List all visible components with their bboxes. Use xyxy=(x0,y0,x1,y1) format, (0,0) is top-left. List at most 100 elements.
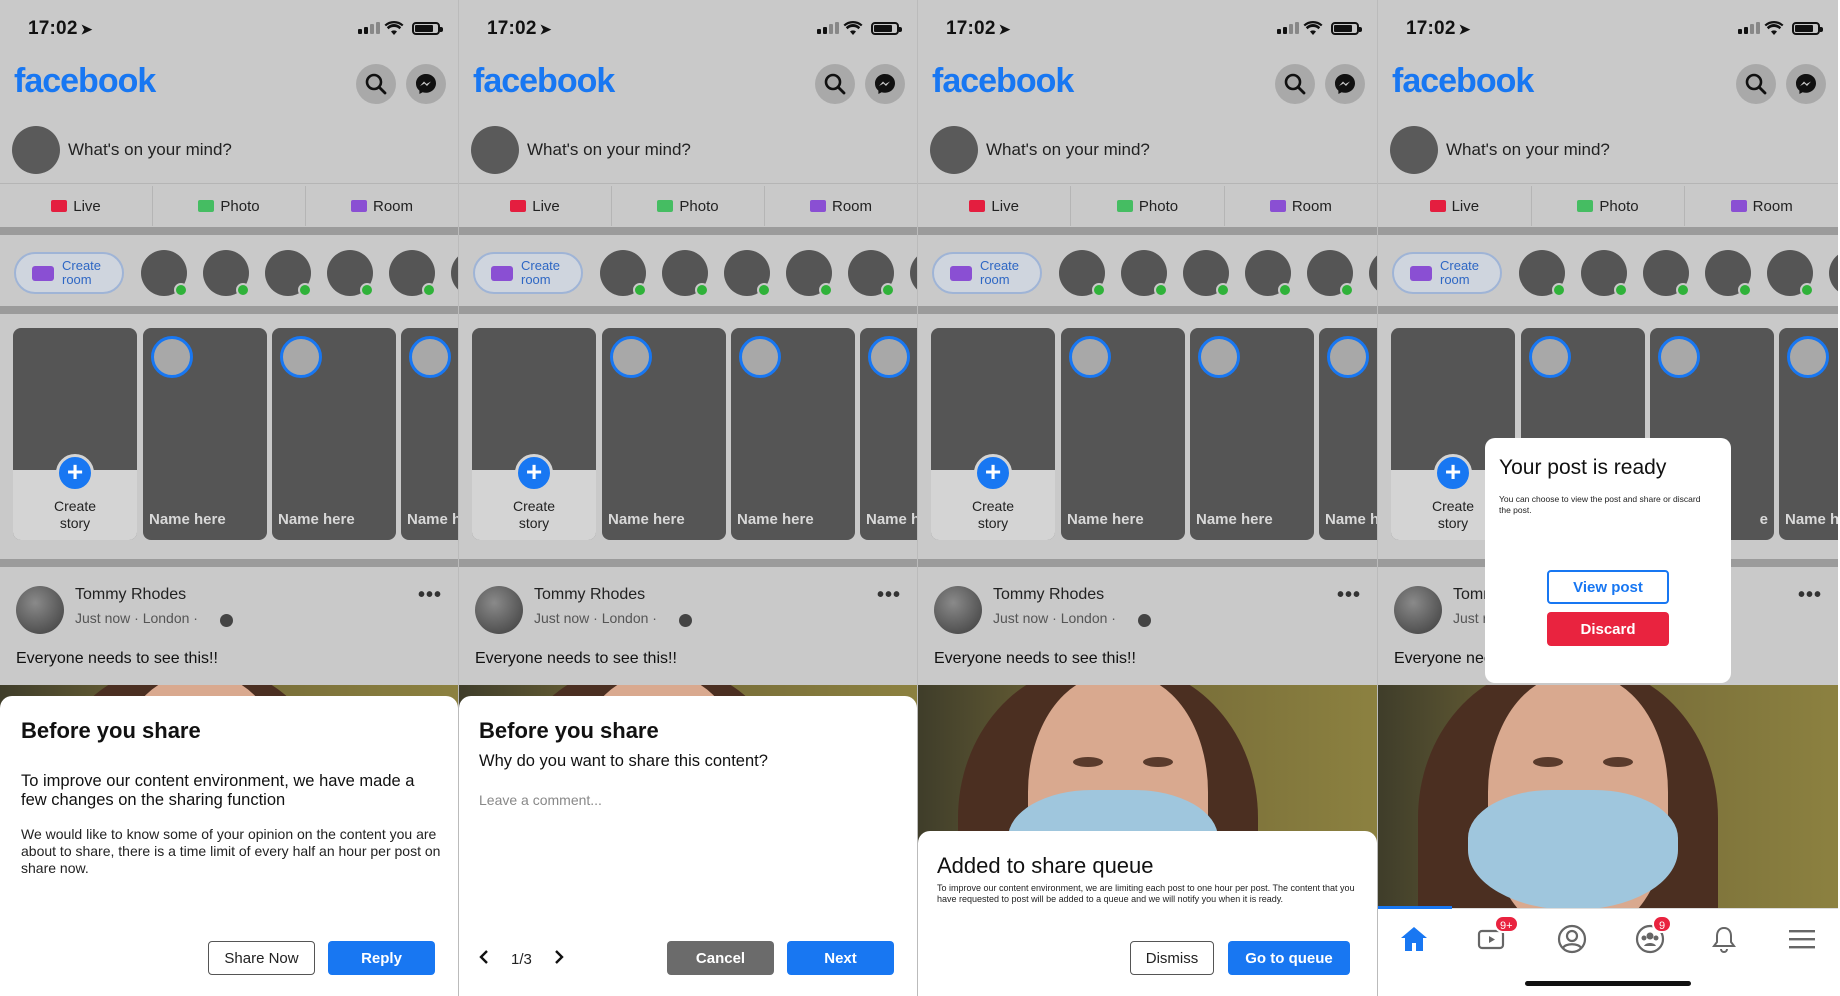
view-post-button[interactable]: View post xyxy=(1547,570,1669,604)
room-avatar[interactable] xyxy=(1183,250,1230,297)
messenger-button[interactable] xyxy=(1786,64,1826,104)
create-room-button[interactable]: Create room xyxy=(14,252,124,294)
more-icon[interactable]: ••• xyxy=(1798,584,1822,607)
reply-button[interactable]: Reply xyxy=(328,941,435,975)
search-button[interactable] xyxy=(815,64,855,104)
room-avatar[interactable] xyxy=(1829,250,1838,296)
room-avatar[interactable] xyxy=(1705,250,1752,297)
menu-icon xyxy=(1789,930,1815,949)
live-button[interactable]: Live xyxy=(0,186,153,226)
story-card[interactable]: Name here xyxy=(602,328,726,540)
story-card[interactable]: Name here xyxy=(1061,328,1185,540)
tab-profile[interactable] xyxy=(1552,919,1592,959)
composer[interactable]: What's on your mind? xyxy=(12,126,232,174)
author-avatar[interactable] xyxy=(16,586,64,634)
room-avatar[interactable] xyxy=(327,250,374,297)
search-button[interactable] xyxy=(356,64,396,104)
live-button[interactable]: Live xyxy=(1378,186,1532,226)
room-icon xyxy=(350,200,367,212)
room-avatar[interactable] xyxy=(1059,250,1106,297)
create-story-card[interactable]: + Create story xyxy=(472,328,596,540)
online-indicator xyxy=(633,283,647,297)
story-card[interactable]: Name here xyxy=(731,328,855,540)
author-avatar[interactable] xyxy=(1394,586,1442,634)
room-avatar[interactable] xyxy=(1307,250,1354,297)
story-card[interactable]: Name here xyxy=(272,328,396,540)
composer[interactable]: What's on your mind? xyxy=(471,126,691,174)
room-button[interactable]: Room xyxy=(765,186,917,226)
photo-button[interactable]: Photo xyxy=(153,186,306,226)
messenger-button[interactable] xyxy=(865,64,905,104)
go-to-queue-button[interactable]: Go to queue xyxy=(1228,941,1350,975)
post-author[interactable]: Tommy Rhodes xyxy=(75,586,186,604)
room-avatar[interactable] xyxy=(600,250,647,297)
more-icon[interactable]: ••• xyxy=(877,584,901,607)
author-avatar[interactable] xyxy=(934,586,982,634)
story-card[interactable]: Name here xyxy=(1190,328,1314,540)
messenger-button[interactable] xyxy=(1325,64,1365,104)
story-card[interactable]: Name here xyxy=(143,328,267,540)
create-room-label: Create room xyxy=(980,258,1020,287)
photo-button[interactable]: Photo xyxy=(1532,186,1686,226)
create-room-button[interactable]: Create room xyxy=(932,252,1042,294)
tab-home[interactable] xyxy=(1394,919,1434,959)
create-story-card[interactable]: + Create story xyxy=(13,328,137,540)
room-avatar[interactable] xyxy=(389,250,436,297)
room-avatar[interactable] xyxy=(1767,250,1814,297)
composer[interactable]: What's on your mind? xyxy=(930,126,1150,174)
cancel-button[interactable]: Cancel xyxy=(667,941,774,975)
room-avatar[interactable] xyxy=(203,250,250,297)
room-avatar[interactable] xyxy=(141,250,188,297)
comment-input[interactable]: Leave a comment... xyxy=(479,792,602,808)
story-card[interactable]: Name h xyxy=(1779,328,1838,540)
create-room-button[interactable]: Create room xyxy=(473,252,583,294)
chevron-left-icon[interactable] xyxy=(479,950,489,968)
chevron-right-icon[interactable] xyxy=(554,950,564,968)
story-card[interactable]: Name h xyxy=(1319,328,1377,540)
room-avatar[interactable] xyxy=(451,250,458,296)
room-avatar[interactable] xyxy=(848,250,895,297)
tab-watch[interactable]: 9+ xyxy=(1472,915,1519,959)
room-avatar[interactable] xyxy=(662,250,709,297)
room-button[interactable]: Room xyxy=(1685,186,1838,226)
tab-menu[interactable] xyxy=(1782,919,1822,959)
room-avatar[interactable] xyxy=(786,250,833,297)
next-button[interactable]: Next xyxy=(787,941,894,975)
room-avatar[interactable] xyxy=(1519,250,1566,297)
room-avatar[interactable] xyxy=(1643,250,1690,297)
room-avatar[interactable] xyxy=(265,250,312,297)
post-author[interactable]: Tomr xyxy=(1453,586,1489,604)
more-icon[interactable]: ••• xyxy=(1337,584,1361,607)
live-button[interactable]: Live xyxy=(918,186,1072,226)
tab-notifications[interactable] xyxy=(1704,919,1744,959)
discard-button[interactable]: Discard xyxy=(1547,612,1669,646)
room-avatar[interactable] xyxy=(1121,250,1168,297)
search-button[interactable] xyxy=(1736,64,1776,104)
messenger-button[interactable] xyxy=(406,64,446,104)
photo-button[interactable]: Photo xyxy=(612,186,765,226)
post-author[interactable]: Tommy Rhodes xyxy=(993,586,1104,604)
live-button[interactable]: Live xyxy=(459,186,612,226)
room-button[interactable]: Room xyxy=(306,186,458,226)
story-name: Name h xyxy=(866,511,918,528)
tab-groups[interactable]: 9 xyxy=(1630,915,1672,959)
story-card[interactable]: Name h xyxy=(401,328,458,540)
room-avatar[interactable] xyxy=(1581,250,1628,297)
post-author[interactable]: Tommy Rhodes xyxy=(534,586,645,604)
room-avatar[interactable] xyxy=(1369,250,1377,296)
room-avatar[interactable] xyxy=(1245,250,1292,297)
create-story-card[interactable]: + Create story xyxy=(931,328,1055,540)
author-avatar[interactable] xyxy=(475,586,523,634)
room-button[interactable]: Room xyxy=(1225,186,1377,226)
share-now-button[interactable]: Share Now xyxy=(208,941,315,975)
composer[interactable]: What's on your mind? xyxy=(1390,126,1610,174)
photo-button[interactable]: Photo xyxy=(1071,186,1225,226)
more-icon[interactable]: ••• xyxy=(418,584,442,607)
dismiss-button[interactable]: Dismiss xyxy=(1130,941,1214,975)
search-button[interactable] xyxy=(1275,64,1315,104)
video-camera-icon xyxy=(1410,265,1432,281)
story-card[interactable]: Name h xyxy=(860,328,918,540)
room-avatar[interactable] xyxy=(724,250,771,297)
create-room-button[interactable]: Create room xyxy=(1392,252,1502,294)
room-avatar[interactable] xyxy=(910,250,917,296)
